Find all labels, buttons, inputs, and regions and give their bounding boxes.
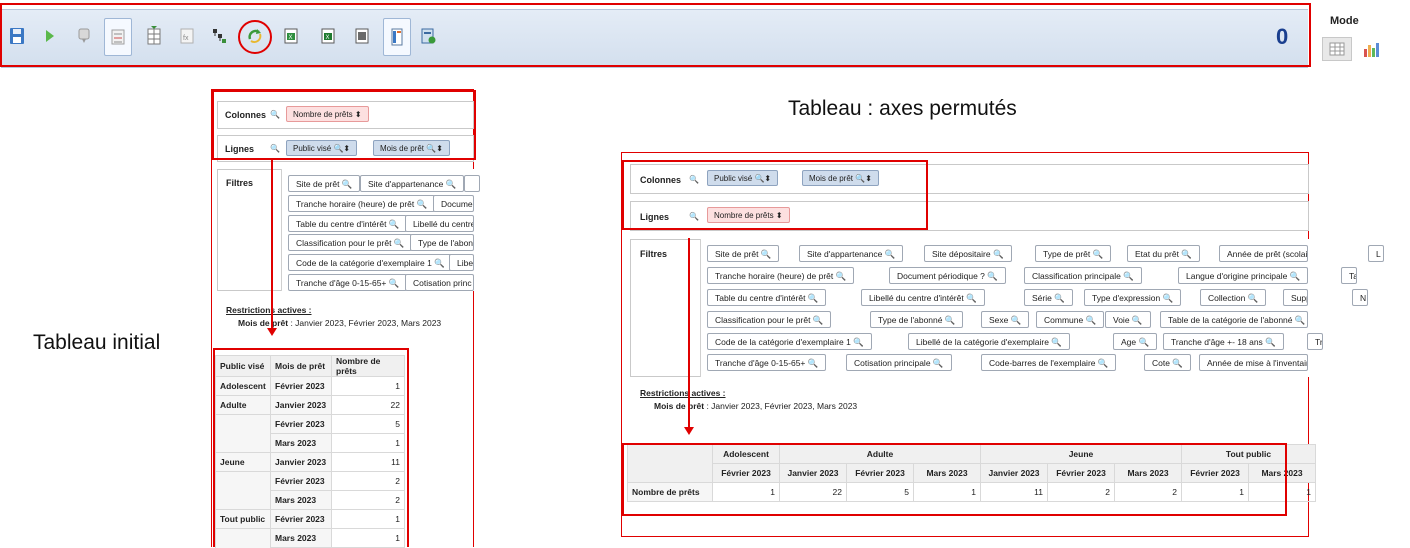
chart-mode-icon[interactable] — [1362, 40, 1382, 58]
filter-pill[interactable]: Sexe 🔍 — [981, 311, 1030, 328]
filter-pill[interactable]: Libellé du centre d'intérêt 🔍 — [861, 289, 985, 306]
filter-pill[interactable]: Libellé de la catégorie d'exemplaire 🔍 — [908, 333, 1070, 350]
right-restrictions-line: Mois de prêt : Janvier 2023, Février 202… — [654, 401, 858, 411]
search-icon: 🔍 — [1048, 337, 1062, 347]
filter-pill[interactable]: Type d'expression 🔍 — [1084, 289, 1182, 306]
search-icon: 🔍 — [963, 293, 977, 303]
mode-title: Mode — [1330, 15, 1359, 27]
filter-pill[interactable]: Code de la catégorie d'exemplaire 1 🔍 — [707, 333, 872, 350]
right-filters-label: Filtres — [640, 249, 668, 259]
filter-pill[interactable]: Table du centre d'intérêt 🔍 — [707, 289, 827, 306]
arrow-line — [688, 238, 690, 428]
filter-pill[interactable]: Année de mise à l'inventaire 🔍 — [1199, 354, 1308, 371]
filter-pill[interactable]: Type de l'abonné 🔍 — [870, 311, 964, 328]
filter-pill[interactable]: Tranche horaire (heure) de prêt 🔍 — [288, 195, 436, 212]
search-icon: 🔍 — [850, 337, 864, 347]
filter-pill[interactable]: Table du centre d'intérêt 🔍 — [288, 215, 408, 232]
search-icon: 🔍 — [1095, 358, 1109, 368]
filter-pill[interactable]: Tranche 🔍 — [1307, 333, 1323, 350]
right-table-highlight — [622, 443, 1287, 516]
search-icon: 🔍 — [1160, 293, 1174, 303]
arrow-down-icon — [267, 328, 277, 336]
filter-pill[interactable]: Etat du prêt 🔍 — [1127, 245, 1200, 262]
search-icon: 🔍 — [758, 249, 772, 259]
filter-pill[interactable]: Classification pour le prêt 🔍 — [288, 234, 413, 251]
filter-pill[interactable]: Table de 🔍 — [1341, 267, 1357, 284]
filter-pill[interactable]: Site de prêt 🔍 — [707, 245, 780, 262]
filter-pill[interactable]: Site de prêt 🔍 — [288, 175, 361, 192]
search-icon: 🔍 — [805, 293, 819, 303]
table-mode-icon[interactable] — [1322, 37, 1352, 61]
filter-pill[interactable]: Année de prêt (scolaire) 🔍 — [1219, 245, 1308, 262]
filter-pill[interactable]: Cotisation principale 🔍 — [846, 354, 952, 371]
search-icon: 🔍 — [930, 358, 944, 368]
filter-pill[interactable]: Site d'appartenance 🔍 — [799, 245, 904, 262]
search-icon: 🔍 — [942, 315, 956, 325]
filter-pill[interactable]: Site d'appartenance 🔍 — [360, 175, 465, 192]
filter-pill[interactable]: Site dépositaire 🔍 — [924, 245, 1012, 262]
search-icon: 🔍 — [1178, 249, 1192, 259]
search-icon: 🔍 — [1287, 271, 1301, 281]
filter-pill[interactable]: Libe — [449, 254, 474, 271]
search-icon: 🔍 — [1292, 315, 1306, 325]
search-icon: 🔍 — [1136, 337, 1150, 347]
search-icon: 🔍 — [984, 271, 998, 281]
left-restrictions-line: Mois de prêt : Janvier 2023, Février 202… — [238, 318, 442, 328]
filter-pill[interactable]: Tranche d'âge 0-15-65+ 🔍 — [288, 274, 408, 291]
filter-pill[interactable]: Table de la catégorie de l'abonné 🔍 — [1160, 311, 1308, 328]
filter-pill[interactable]: Collection 🔍 — [1200, 289, 1267, 306]
filter-pill[interactable]: Code de la catégorie d'exemplaire 1 🔍 — [288, 254, 453, 271]
filter-pill[interactable]: Type de prêt 🔍 — [1035, 245, 1112, 262]
filter-pill[interactable]: Type de l'abonn — [410, 234, 474, 251]
toolbar-highlight — [0, 3, 1409, 67]
filter-pill[interactable]: Tranche d'âge +- 18 ans 🔍 — [1163, 333, 1284, 350]
filter-pill[interactable]: Document périodique ? 🔍 — [889, 267, 1006, 284]
initial-table-heading: Tableau initial — [33, 331, 161, 354]
left-table-highlight — [213, 348, 409, 547]
search-icon: 🔍 — [882, 249, 896, 259]
search-icon: 🔍 — [1090, 249, 1104, 259]
left-axes-highlight — [212, 90, 476, 160]
filter-pill[interactable]: Docume — [433, 195, 474, 212]
filter-pill[interactable]: Commune 🔍 — [1036, 311, 1105, 328]
search-icon: 🔍 — [1008, 315, 1022, 325]
filter-pill[interactable]: N 🔍 — [1352, 289, 1368, 306]
filter-pill[interactable]: Libellé du centre — [405, 215, 474, 232]
filter-pill[interactable]: Classification pour le prêt 🔍 — [707, 311, 832, 328]
search-icon: 🔍 — [1380, 249, 1384, 259]
search-icon: 🔍 — [810, 315, 824, 325]
search-icon: 🔍 — [1120, 271, 1134, 281]
search-icon: 🔍 — [833, 271, 847, 281]
search-icon: 🔍 — [1169, 358, 1183, 368]
search-icon: 🔍 — [990, 249, 1004, 259]
filter-pill[interactable]: Support 🔍 — [1283, 289, 1308, 306]
right-restrictions-title: Restrictions actives : — [640, 388, 726, 398]
search-icon: 🔍 — [1083, 315, 1097, 325]
search-icon: 🔍 — [1129, 315, 1143, 325]
arrow-line — [271, 158, 273, 328]
filter-pill[interactable]: Age 🔍 — [1113, 333, 1158, 350]
search-icon: 🔍 — [1262, 337, 1276, 347]
filter-pill[interactable]: Classification principale 🔍 — [1024, 267, 1142, 284]
filter-pill[interactable]: Cote 🔍 — [1144, 354, 1191, 371]
filter-pill[interactable]: Tranche horaire (heure) de prêt 🔍 — [707, 267, 855, 284]
left-restrictions-title: Restrictions actives : — [226, 305, 312, 315]
filter-pill[interactable]: Tranche d'âge 0-15-65+ 🔍 — [707, 354, 827, 371]
filter-pill[interactable]: Série 🔍 — [1024, 289, 1073, 306]
right-axes-highlight — [622, 160, 928, 230]
filter-pill[interactable]: L 🔍 — [1368, 245, 1384, 262]
filter-pill[interactable]: Langue d'origine principale 🔍 — [1178, 267, 1308, 284]
swapped-table-heading: Tableau : axes permutés — [788, 97, 1017, 120]
arrow-down-icon — [684, 427, 694, 435]
search-icon: 🔍 — [1051, 293, 1065, 303]
search-icon: 🔍 — [1366, 293, 1367, 303]
filter-pill[interactable]: Cotisation princ — [405, 274, 474, 291]
left-filters-label: Filtres — [226, 178, 254, 188]
search-icon: 🔍 — [1245, 293, 1259, 303]
search-icon: 🔍 — [805, 358, 819, 368]
filter-pill[interactable]: Voie 🔍 — [1105, 311, 1151, 328]
filter-pill[interactable] — [464, 175, 480, 192]
filter-pill[interactable]: Code-barres de l'exemplaire 🔍 — [981, 354, 1117, 371]
